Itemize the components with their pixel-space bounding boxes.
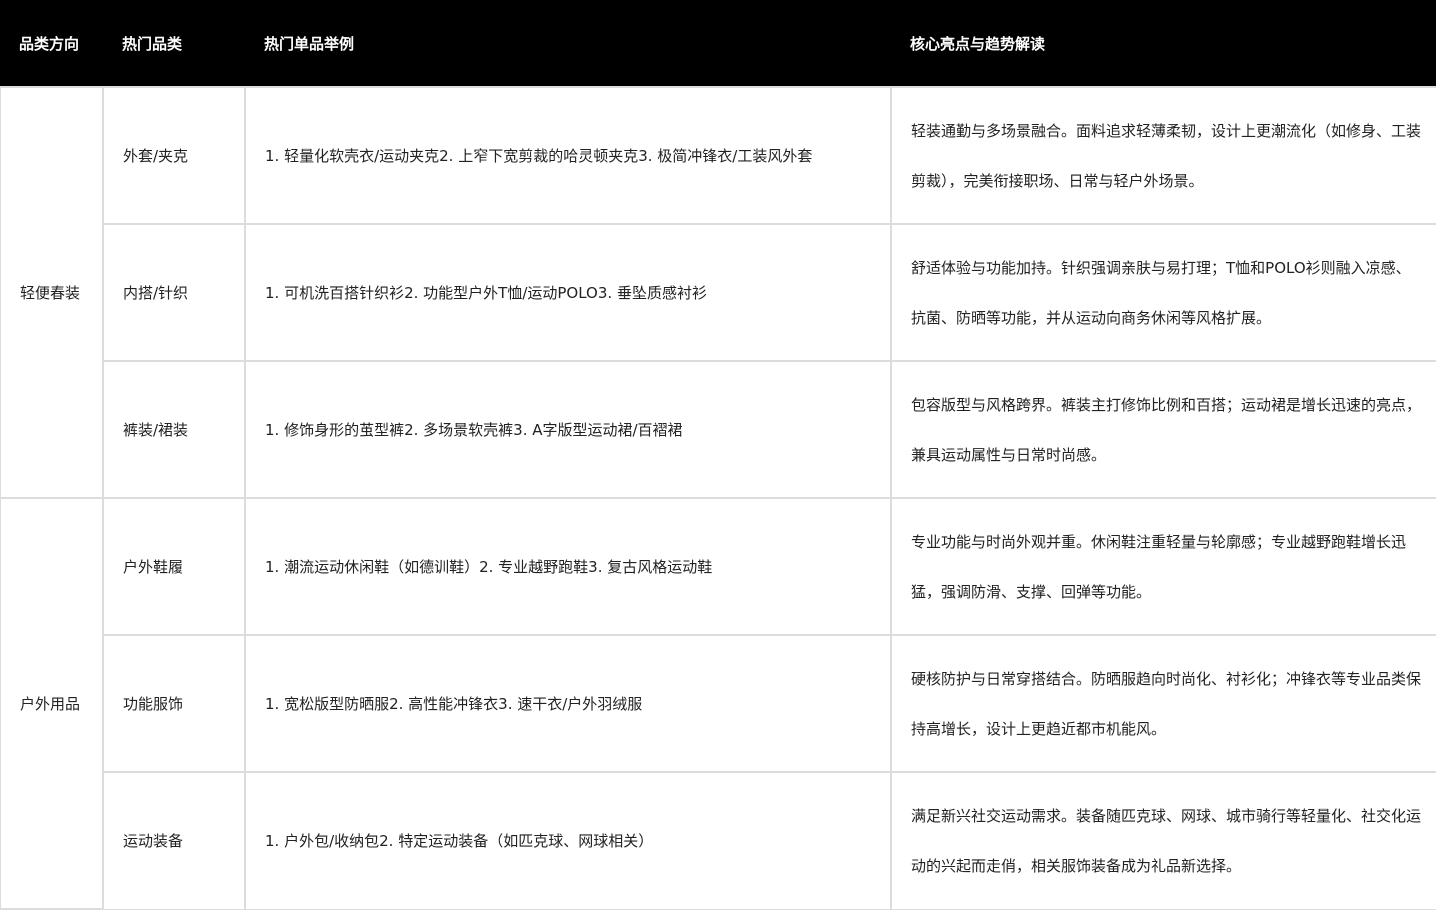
examples-cell: 1. 潮流运动休闲鞋（如德训鞋）2. 专业越野跑鞋3. 复古风格运动鞋	[244, 497, 892, 636]
table-header: 品类方向 热门品类 热门单品举例 核心亮点与趋势解读	[0, 0, 1436, 87]
table-row: 户外用品 户外鞋履 1. 潮流运动休闲鞋（如德训鞋）2. 专业越野跑鞋3. 复古…	[0, 497, 1436, 910]
table-row: 运动装备 1. 户外包/收纳包2. 特定运动装备（如匹克球、网球相关） 满足新兴…	[0, 771, 1436, 910]
category-cell: 功能服饰	[102, 634, 246, 773]
category-cell: 户外鞋履	[102, 497, 246, 636]
header-insight: 核心亮点与趋势解读	[891, 0, 1436, 87]
header-category: 热门品类	[103, 0, 245, 87]
insight-cell: 满足新兴社交运动需求。装备随匹克球、网球、城市骑行等轻量化、社交化运动的兴起而走…	[890, 771, 1436, 910]
direction-cell: 轻便春装	[0, 86, 104, 499]
insight-cell: 专业功能与时尚外观并重。休闲鞋注重轻量与轮廓感；专业越野跑鞋增长迅猛，强调防滑、…	[890, 497, 1436, 636]
examples-cell: 1. 户外包/收纳包2. 特定运动装备（如匹克球、网球相关）	[244, 771, 892, 910]
table-row: 内搭/针织 1. 可机洗百搭针织衫2. 功能型户外T恤/运动POLO3. 垂坠质…	[0, 223, 1436, 362]
table-row: 功能服饰 1. 宽松版型防晒服2. 高性能冲锋衣3. 速干衣/户外羽绒服 硬核防…	[0, 634, 1436, 773]
category-cell: 裤装/裙装	[102, 360, 246, 499]
trend-table: 品类方向 热门品类 热门单品举例 核心亮点与趋势解读 轻便春装 外套/夹克 1.…	[0, 0, 1436, 910]
examples-cell: 1. 宽松版型防晒服2. 高性能冲锋衣3. 速干衣/户外羽绒服	[244, 634, 892, 773]
examples-cell: 1. 修饰身形的茧型裤2. 多场景软壳裤3. A字版型运动裙/百褶裙	[244, 360, 892, 499]
header-direction: 品类方向	[0, 0, 103, 87]
insight-cell: 轻装通勤与多场景融合。面料追求轻薄柔韧，设计上更潮流化（如修身、工装剪裁），完美…	[890, 86, 1436, 225]
insight-cell: 硬核防护与日常穿搭结合。防晒服趋向时尚化、衬衫化；冲锋衣等专业品类保持高增长，设…	[890, 634, 1436, 773]
table-row: 轻便春装 外套/夹克 1. 轻量化软壳衣/运动夹克2. 上窄下宽剪裁的哈灵顿夹克…	[0, 86, 1436, 499]
insight-cell: 舒适体验与功能加持。针织强调亲肤与易打理；T恤和POLO衫则融入凉感、抗菌、防晒…	[890, 223, 1436, 362]
insight-cell: 包容版型与风格跨界。裤装主打修饰比例和百搭；运动裙是增长迅速的亮点，兼具运动属性…	[890, 360, 1436, 499]
category-cell: 外套/夹克	[102, 86, 246, 225]
direction-cell: 户外用品	[0, 497, 104, 910]
header-examples: 热门单品举例	[245, 0, 891, 87]
header-row: 品类方向 热门品类 热门单品举例 核心亮点与趋势解读	[0, 0, 1436, 87]
category-cell: 内搭/针织	[102, 223, 246, 362]
category-cell: 运动装备	[102, 771, 246, 910]
table-row: 裤装/裙装 1. 修饰身形的茧型裤2. 多场景软壳裤3. A字版型运动裙/百褶裙…	[0, 360, 1436, 499]
examples-cell: 1. 可机洗百搭针织衫2. 功能型户外T恤/运动POLO3. 垂坠质感衬衫	[244, 223, 892, 362]
table-body: 轻便春装 外套/夹克 1. 轻量化软壳衣/运动夹克2. 上窄下宽剪裁的哈灵顿夹克…	[0, 86, 1436, 910]
examples-cell: 1. 轻量化软壳衣/运动夹克2. 上窄下宽剪裁的哈灵顿夹克3. 极简冲锋衣/工装…	[244, 86, 892, 225]
